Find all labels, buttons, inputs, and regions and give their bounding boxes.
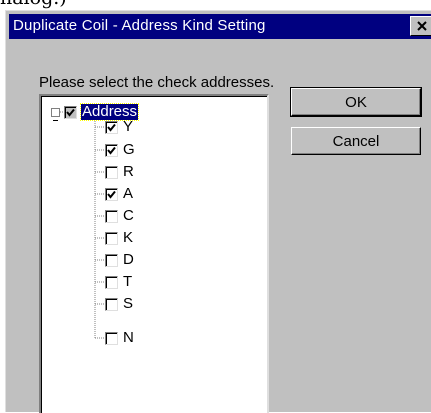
ok-button[interactable]: OK (290, 87, 422, 117)
checkmark-icon (107, 146, 116, 155)
checkbox-s[interactable] (105, 297, 118, 311)
checkmark-icon (107, 123, 116, 132)
tree-item-t[interactable]: T (105, 273, 133, 291)
checkmark-icon (107, 190, 116, 199)
tree-item-label: G (123, 141, 135, 158)
tree-item-s[interactable]: S (105, 295, 134, 313)
instruction-label: Please select the check addresses. (39, 74, 275, 91)
checkbox-c[interactable] (105, 209, 118, 223)
close-icon (417, 21, 427, 31)
checkbox-r[interactable] (105, 165, 118, 179)
tree-item-y[interactable]: Y (105, 118, 134, 136)
checkbox-t[interactable] (105, 275, 118, 289)
tree-item-n[interactable]: N (105, 329, 135, 347)
tree-item-k[interactable]: K (105, 229, 134, 247)
dialog-title: Duplicate Coil - Address Kind Setting (13, 17, 266, 34)
minus-icon (53, 120, 58, 121)
tree-item-label: N (123, 329, 134, 346)
tree-item-label: A (123, 185, 134, 202)
tree-item-g[interactable]: G (105, 141, 136, 159)
document-caption-fragment: nalog.) (0, 0, 67, 9)
tree-item-label: C (123, 207, 134, 224)
title-bar[interactable]: Duplicate Coil - Address Kind Setting (9, 14, 431, 39)
tree-item-r[interactable]: R (105, 163, 135, 181)
tree-item-d[interactable]: D (105, 251, 135, 269)
root-checkbox[interactable] (64, 105, 77, 119)
checkbox-k[interactable] (105, 231, 118, 245)
tree-item-label: Y (123, 118, 134, 135)
checkbox-a[interactable] (105, 187, 118, 201)
cancel-button[interactable]: Cancel (291, 127, 421, 155)
tree-connector-lines (54, 111, 104, 339)
tree-item-label: R (123, 163, 134, 180)
collapse-toggle[interactable] (51, 108, 60, 121)
tree-item-label: S (123, 295, 134, 312)
checkbox-d[interactable] (105, 253, 118, 267)
tree-item-label: K (123, 229, 134, 246)
tree-item-c[interactable]: C (105, 207, 135, 225)
checkmark-icon (66, 108, 75, 117)
close-button[interactable] (410, 16, 431, 36)
address-kind-dialog: Duplicate Coil - Address Kind Setting Pl… (5, 10, 431, 413)
checkbox-n[interactable] (105, 331, 118, 345)
tree-item-label: D (123, 251, 134, 268)
tree-item-a[interactable]: A (105, 185, 134, 203)
tree-item-label: T (123, 273, 133, 290)
address-tree[interactable]: Address YGRACKDTSN (39, 94, 269, 413)
checkbox-g[interactable] (105, 143, 118, 157)
checkbox-y[interactable] (105, 120, 118, 134)
